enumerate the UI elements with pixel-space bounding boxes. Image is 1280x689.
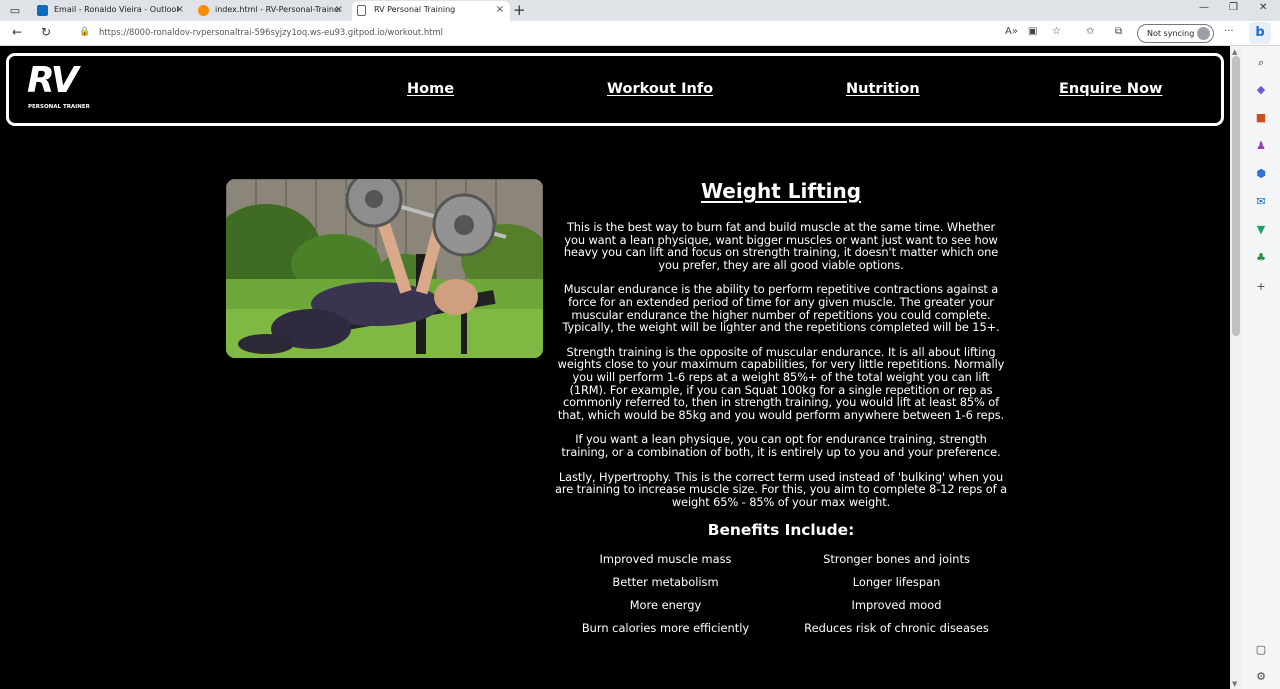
lock-icon[interactable]: 🔒 (79, 27, 90, 37)
collections-icon[interactable]: ⧉ (1115, 26, 1122, 37)
close-icon[interactable]: × (335, 1, 343, 19)
close-icon[interactable]: × (496, 1, 504, 19)
url-field[interactable]: https://8000-ronaldov-rvpersonaltrai-596… (99, 27, 443, 37)
list-item: Burn calories more efficiently (581, 621, 750, 636)
refresh-icon[interactable]: ↻ (41, 25, 51, 39)
scrollbar-thumb[interactable] (1232, 56, 1240, 336)
tab-title: RV Personal Training (374, 5, 456, 14)
shopping-icon[interactable]: ■ (1254, 111, 1268, 125)
paragraph-strength-training: Strength training is the opposite of mus… (557, 344, 1005, 422)
back-arrow-icon[interactable]: ← (12, 25, 22, 39)
gitpod-icon (198, 5, 209, 16)
new-tab-button[interactable]: + (513, 1, 526, 19)
logo-text: RV (27, 60, 79, 101)
tag-icon[interactable]: ◆ (1254, 83, 1268, 97)
web-page: RV PERSONAL TRAINER Home Workout Info Nu… (0, 46, 1230, 689)
more-options-icon[interactable]: ··· (1224, 26, 1234, 37)
list-item: Longer lifespan (852, 575, 941, 590)
add-favorite-icon[interactable]: ☆ (1052, 26, 1061, 37)
sync-label: Not syncing (1147, 29, 1195, 38)
paragraph-muscular-endurance: Muscular endurance is the ability to per… (562, 282, 1000, 335)
tab-title: index.html - RV-Personal-Trainer (215, 5, 340, 14)
tab-title: Email - Ronaldo Vieira - Outlook (54, 5, 179, 14)
read-aloud-icon[interactable]: A» (1005, 26, 1018, 37)
site-logo[interactable]: RV PERSONAL TRAINER (27, 60, 91, 115)
tab-outlook[interactable]: Email - Ronaldo Vieira - Outlook × (32, 1, 190, 21)
avatar (1197, 27, 1210, 40)
immersive-reader-icon[interactable]: ▣ (1028, 26, 1037, 37)
drop-icon[interactable]: ▼ (1254, 223, 1268, 237)
sidebar-panel-icon[interactable]: ▢ (1254, 643, 1268, 657)
edge-sidebar: ⌕ ◆ ■ ♟ ⬢ ✉ ▼ ♣ + ▢ ⚙ (1242, 46, 1280, 689)
outlook-icon[interactable]: ✉ (1254, 195, 1268, 209)
bench-press-photo (226, 179, 543, 358)
site-navbar: RV PERSONAL TRAINER Home Workout Info Nu… (6, 53, 1224, 126)
paragraph-lean-physique: If you want a lean physique, you can opt… (561, 432, 1001, 459)
tab-actions-icon[interactable]: ▭ (6, 3, 24, 18)
close-icon[interactable]: × (176, 1, 184, 19)
browser-tab-strip: ▭ Email - Ronaldo Vieira - Outlook × ind… (0, 0, 1280, 21)
list-item: Better metabolism (612, 575, 719, 590)
list-item: Stronger bones and joints (823, 552, 970, 567)
logo-tagline: PERSONAL TRAINER (28, 104, 90, 110)
add-icon[interactable]: + (1254, 280, 1268, 294)
microsoft-365-icon[interactable]: ⬢ (1254, 167, 1268, 181)
list-item: More energy (629, 598, 702, 613)
games-icon[interactable]: ♟ (1254, 139, 1268, 153)
nav-home-link[interactable]: Home (407, 81, 454, 97)
favorites-icon[interactable]: ✩ (1086, 26, 1094, 37)
minimize-icon[interactable]: — (1199, 2, 1209, 13)
benefits-heading: Benefits Include: (707, 521, 855, 540)
outlook-icon (37, 5, 48, 16)
page-icon (357, 5, 366, 16)
maximize-icon[interactable]: ❐ (1229, 2, 1238, 13)
scroll-up-icon[interactable]: ▲ (1232, 48, 1237, 56)
list-item: Reduces risk of chronic diseases (804, 621, 989, 636)
paragraph-intro: This is the best way to burn fat and bui… (563, 220, 999, 272)
tree-icon[interactable]: ♣ (1254, 251, 1268, 265)
window-close-icon[interactable]: ✕ (1259, 2, 1267, 13)
nav-nutrition-link[interactable]: Nutrition (846, 81, 920, 97)
nav-workout-info-link[interactable]: Workout Info (607, 81, 713, 97)
scroll-down-icon[interactable]: ▼ (1232, 680, 1237, 688)
list-item: Improved mood (851, 598, 942, 613)
search-icon[interactable]: ⌕ (1254, 56, 1268, 70)
nav-enquire-now-link[interactable]: Enquire Now (1059, 81, 1162, 97)
copilot-icon[interactable]: b (1249, 22, 1271, 44)
tab-gitpod[interactable]: index.html - RV-Personal-Trainer × (193, 1, 349, 21)
benefits-list: Improved muscle mass Stronger bones and … (555, 552, 1007, 635)
profile-sync-button[interactable]: Not syncing (1137, 24, 1214, 43)
list-item: Improved muscle mass (599, 552, 732, 567)
settings-gear-icon[interactable]: ⚙ (1254, 670, 1268, 684)
tab-rv-personal-training[interactable]: RV Personal Training × (352, 1, 510, 21)
paragraph-hypertrophy: Lastly, Hypertrophy. This is the correct… (555, 469, 1007, 509)
address-bar: ← ↻ 🔒 https://8000-ronaldov-rvpersonaltr… (0, 21, 1280, 46)
workout-article: Weight Lifting This is the best way to b… (555, 177, 1007, 635)
page-title: Weight Lifting (700, 179, 862, 203)
